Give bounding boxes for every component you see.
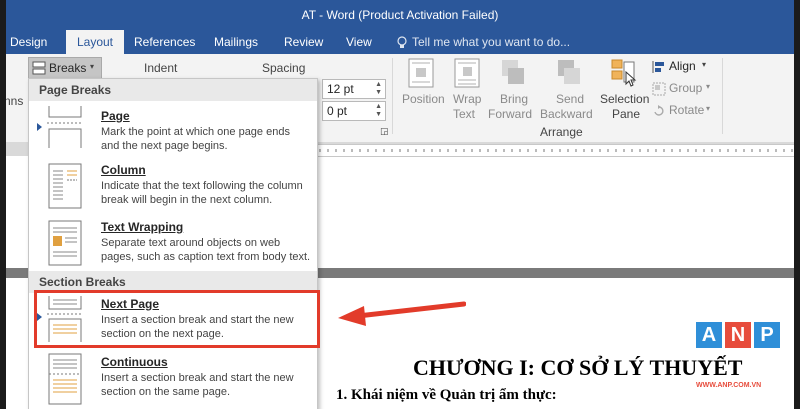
ribbon-tabs: Design Layout References Mailings Review… [6,30,794,54]
rotate-label: Rotate [669,103,705,117]
document-page[interactable] [314,158,794,270]
wrap-text-icon [454,58,480,88]
word-window: AT - Word (Product Activation Failed) De… [6,0,794,409]
bring-forward-label: Bring [500,92,529,106]
menu-item-desc: section on the same page. [101,386,231,398]
menu-item-title: Continuous [101,355,168,369]
bring-forward-label-2: Forward [488,107,533,121]
page-breaks-header: Page Breaks [29,79,317,101]
tell-me-search[interactable]: Tell me what you want to do... [412,30,570,54]
spacing-before-input[interactable]: 12 pt ▲ ▼ [322,79,386,99]
text-wrapping-break-icon [48,220,82,266]
tab-layout[interactable]: Layout [66,30,124,54]
menu-item-desc: Insert a section break and start the new [101,372,294,384]
menu-item-desc: and the next page begins. [101,140,228,152]
position-button[interactable]: Position [396,56,445,122]
indent-label: Indent [144,61,178,75]
horizontal-ruler[interactable] [314,144,794,157]
continuous-break-item[interactable]: Continuous Insert a section break and st… [29,351,317,407]
wrap-text-button[interactable]: Wrap Text [446,56,486,122]
position-icon [408,58,434,88]
highlight-box [34,290,320,348]
menu-item-desc: Separate text around objects on web [101,237,281,249]
rotate-button[interactable]: Rotate ▾ [650,102,720,120]
spin-up-icon[interactable]: ▲ [375,81,382,88]
document-heading: CHƯƠNG I: CƠ SỞ LÝ THUYẾT [413,355,743,380]
menu-item-title: Column [101,163,146,177]
align-icon [652,61,664,73]
bring-forward-icon [502,60,524,84]
group-icon [652,82,666,96]
page-break-icon [47,106,83,148]
logo-letter: N [725,322,751,348]
chevron-down-icon: ▾ [702,60,707,69]
text-wrapping-break-item[interactable]: Text Wrapping Separate text around objec… [29,216,317,270]
logo-letter: A [696,322,722,348]
group-button[interactable]: Group ▾ [650,80,720,98]
tab-view[interactable]: View [346,30,372,54]
align-button[interactable]: Align ▾ [650,58,720,76]
menu-item-desc: Indicate that the text following the col… [101,180,303,192]
align-label: Align [669,59,696,73]
breaks-dropdown-menu: Page Breaks Page Mark the point at which… [28,78,318,409]
logo-letter: P [754,322,780,348]
menu-item-desc: break will begin in the next column. [101,194,273,206]
tab-references[interactable]: References [134,30,195,54]
send-backward-icon [558,60,580,84]
selection-pane-icon [611,59,637,87]
arrange-group-label: Arrange [540,125,583,139]
bring-forward-button[interactable]: Bring Forward [488,56,540,122]
group-divider [722,58,723,134]
send-backward-label: Send [556,92,585,106]
tab-mailings[interactable]: Mailings [214,30,258,54]
chevron-down-icon: ▾ [706,104,711,113]
send-backward-label-2: Backward [540,107,593,121]
pointer-icon [37,123,42,131]
position-label: Position [402,92,445,106]
title-bar: AT - Word (Product Activation Failed) [6,0,794,30]
selection-pane-label-2: Pane [612,107,641,121]
lightbulb-icon [397,36,407,48]
column-break-item[interactable]: Column Indicate that the text following … [29,159,317,215]
menu-item-title: Page [101,109,130,123]
breaks-icon [32,61,46,75]
page-break-item[interactable]: Page Mark the point at which one page en… [29,103,317,155]
send-backward-button[interactable]: Send Backward [540,56,596,122]
selection-pane-label: Selection [600,92,650,106]
spacing-label: Spacing [262,61,306,75]
red-arrow-icon [338,301,466,326]
wrap-text-label: Wrap [453,92,482,106]
watermark-logo: A N P WWW.ANP.COM.VN [696,322,794,392]
wrap-text-label-2: Text [453,107,476,121]
document-subheading: 1. Khái niệm về Quản trị ẩm thực: [336,387,557,403]
spacing-after-input[interactable]: 0 pt ▲ ▼ [322,101,386,121]
chevron-down-icon: ▾ [706,82,711,91]
column-break-icon [48,163,82,209]
logo-site: WWW.ANP.COM.VN [696,382,762,389]
menu-item-desc: Mark the point at which one page ends [101,126,290,138]
window-title: AT - Word (Product Activation Failed) [301,8,499,22]
chevron-down-icon: ▾ [90,62,95,71]
spin-up-icon[interactable]: ▲ [375,103,382,110]
spin-down-icon[interactable]: ▼ [375,89,382,96]
menu-item-title: Text Wrapping [101,220,184,234]
selection-pane-button[interactable]: Selection Pane [594,56,650,122]
breaks-button[interactable]: Breaks ▾ [28,57,102,79]
rotate-icon [654,105,664,116]
dialog-launcher-icon[interactable]: ◲ [380,126,389,137]
clipped-label: nns [6,94,24,108]
menu-item-desc: pages, such as caption text from body te… [101,251,311,263]
spin-down-icon[interactable]: ▼ [375,111,382,118]
tab-design[interactable]: Design [10,30,47,54]
group-label: Group [669,81,703,95]
continuous-break-icon [48,353,82,405]
group-divider [392,58,393,134]
breaks-label: Breaks [49,61,87,75]
tab-review[interactable]: Review [284,30,323,54]
